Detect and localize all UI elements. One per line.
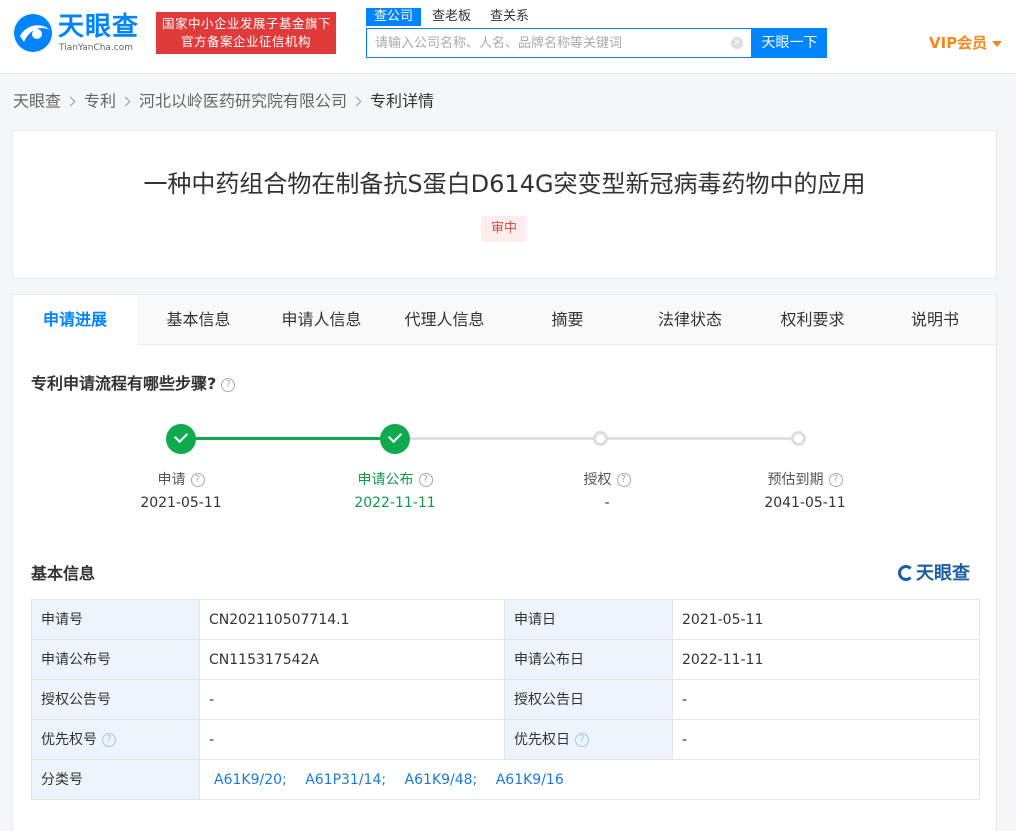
label-app-number: 申请号 (31, 599, 200, 640)
breadcrumb: 天眼查 专利 河北以岭医药研究院有限公司 专利详情 (13, 90, 434, 112)
class-link[interactable]: A61K9/48; (405, 772, 478, 788)
table-row: 申请号 CN202110507714.1 申请日 2021-05-11 (31, 599, 980, 640)
value-app-number: CN202110507714.1 (199, 599, 505, 640)
help-icon[interactable]: ? (190, 473, 205, 487)
search-tab-relation[interactable]: 查关系 (490, 8, 529, 26)
patent-title: 一种中药组合物在制备抗S蛋白D614G突变型新冠病毒药物中的应用 (143, 170, 866, 198)
step-label-grant: 授权? (557, 470, 657, 490)
basic-info-table: 申请号 CN202110507714.1 申请日 2021-05-11 申请公布… (31, 599, 980, 800)
banner-line-2: 官方备案企业征信机构 (180, 34, 311, 49)
logo-text: 天眼查 (58, 12, 140, 42)
chevron-right-icon (120, 96, 131, 107)
search-input[interactable] (367, 29, 727, 57)
tab-basic-info[interactable]: 基本信息 (137, 295, 260, 345)
step-pending-icon (791, 431, 806, 446)
breadcrumb-home[interactable]: 天眼查 (13, 92, 61, 111)
table-row: 分类号 A61K9/20; A61P31/14; A61K9/48; A61K9… (31, 759, 980, 800)
breadcrumb-patent[interactable]: 专利 (84, 92, 116, 111)
value-app-date: 2021-05-11 (672, 599, 980, 640)
progress-track-done (181, 437, 395, 440)
step-date-expiry: 2041-05-11 (764, 495, 846, 511)
clear-icon[interactable]: × (731, 37, 743, 49)
step-check-icon (166, 424, 196, 454)
step-pending-icon (593, 431, 608, 446)
search-tab-company[interactable]: 查公司 (366, 8, 422, 26)
value-priority-number: - (199, 719, 505, 760)
step-date-apply: 2021-05-11 (140, 495, 222, 511)
patent-title-card: 一种中药组合物在制备抗S蛋白D614G突变型新冠病毒药物中的应用 审中 (12, 130, 997, 279)
help-icon[interactable]: ? (575, 732, 589, 747)
step-date-publish: 2022-11-11 (354, 495, 436, 511)
class-link[interactable]: A61K9/16 (496, 772, 564, 788)
label-priority-number: 优先权号? (31, 719, 200, 760)
tab-progress[interactable]: 申请进展 (13, 295, 137, 345)
tab-agent[interactable]: 代理人信息 (383, 295, 506, 345)
help-icon[interactable]: ? (616, 473, 631, 487)
vip-menu[interactable]: VIP会员 (929, 32, 1003, 54)
class-link[interactable]: A61K9/20; (214, 772, 287, 788)
table-row: 优先权号? - 优先权日? - (31, 719, 980, 760)
breadcrumb-current: 专利详情 (370, 91, 435, 111)
progress-section-title: 专利申请流程有哪些步骤?? (31, 373, 236, 395)
value-grant-number: - (199, 679, 505, 720)
value-priority-date: - (672, 719, 980, 760)
tab-description[interactable]: 说明书 (874, 295, 996, 345)
tab-applicant[interactable]: 申请人信息 (260, 295, 383, 345)
table-row: 授权公告号 - 授权公告日 - (31, 679, 980, 720)
top-header: 天眼查 TianYanCha.com 国家中小企业发展子基金旗下 官方备案企业征… (0, 0, 1016, 74)
step-check-icon (380, 424, 410, 454)
label-app-date: 申请日 (504, 599, 673, 640)
status-badge: 审中 (481, 216, 528, 242)
breadcrumb-company[interactable]: 河北以岭医药研究院有限公司 (139, 92, 347, 111)
tab-claims[interactable]: 权利要求 (751, 295, 874, 345)
label-pub-number: 申请公布号 (31, 639, 200, 680)
table-row: 申请公布号 CN115317542A 申请公布日 2022-11-11 (31, 639, 980, 680)
banner-line-1: 国家中小企业发展子基金旗下 (162, 16, 330, 31)
progress-title-text: 专利申请流程有哪些步骤? (31, 374, 217, 393)
label-classification: 分类号 (31, 759, 200, 800)
label-grant-date: 授权公告日 (504, 679, 673, 720)
class-link[interactable]: A61P31/14; (305, 772, 386, 788)
chevron-right-icon (351, 96, 362, 107)
basic-info-title: 基本信息 (31, 564, 96, 583)
eye-logo-icon (898, 565, 914, 581)
brand-watermark: 天眼查 (898, 563, 970, 585)
step-label-expiry: 预估到期? (755, 470, 855, 490)
tab-legal-status[interactable]: 法律状态 (629, 295, 751, 345)
site-logo[interactable]: 天眼查 TianYanCha.com (12, 12, 148, 54)
label-pub-date: 申请公布日 (504, 639, 673, 680)
patent-detail-card: 申请进展 基本信息 申请人信息 代理人信息 摘要 法律状态 权利要求 说明书 专… (12, 294, 997, 831)
help-icon[interactable]: ? (828, 473, 843, 487)
value-pub-number: CN115317542A (199, 639, 505, 680)
step-label-apply: 申请? (131, 470, 231, 490)
value-classification: A61K9/20; A61P31/14; A61K9/48; A61K9/16 (199, 759, 980, 800)
search-box: × (366, 28, 752, 58)
label-grant-number: 授权公告号 (31, 679, 200, 720)
detail-tabs: 申请进展 基本信息 申请人信息 代理人信息 摘要 法律状态 权利要求 说明书 (13, 295, 996, 345)
logo-subtext: TianYanCha.com (59, 43, 134, 53)
vip-label: VIP会员 (929, 34, 988, 52)
value-pub-date: 2022-11-11 (672, 639, 980, 680)
caret-down-icon (992, 40, 1003, 47)
search-button[interactable]: 天眼一下 (752, 28, 827, 58)
label-priority-date: 优先权日? (504, 719, 673, 760)
value-grant-date: - (672, 679, 980, 720)
help-icon[interactable]: ? (221, 377, 236, 392)
help-icon[interactable]: ? (418, 473, 433, 487)
help-icon[interactable]: ? (102, 732, 116, 747)
eye-logo-icon (14, 14, 52, 52)
official-banner: 国家中小企业发展子基金旗下 官方备案企业征信机构 (156, 12, 336, 54)
step-date-grant: - (604, 495, 610, 511)
tab-abstract[interactable]: 摘要 (506, 295, 629, 345)
chevron-right-icon (65, 96, 76, 107)
search-tab-boss[interactable]: 查老板 (432, 8, 471, 26)
step-label-publish: 申请公布? (335, 470, 455, 490)
